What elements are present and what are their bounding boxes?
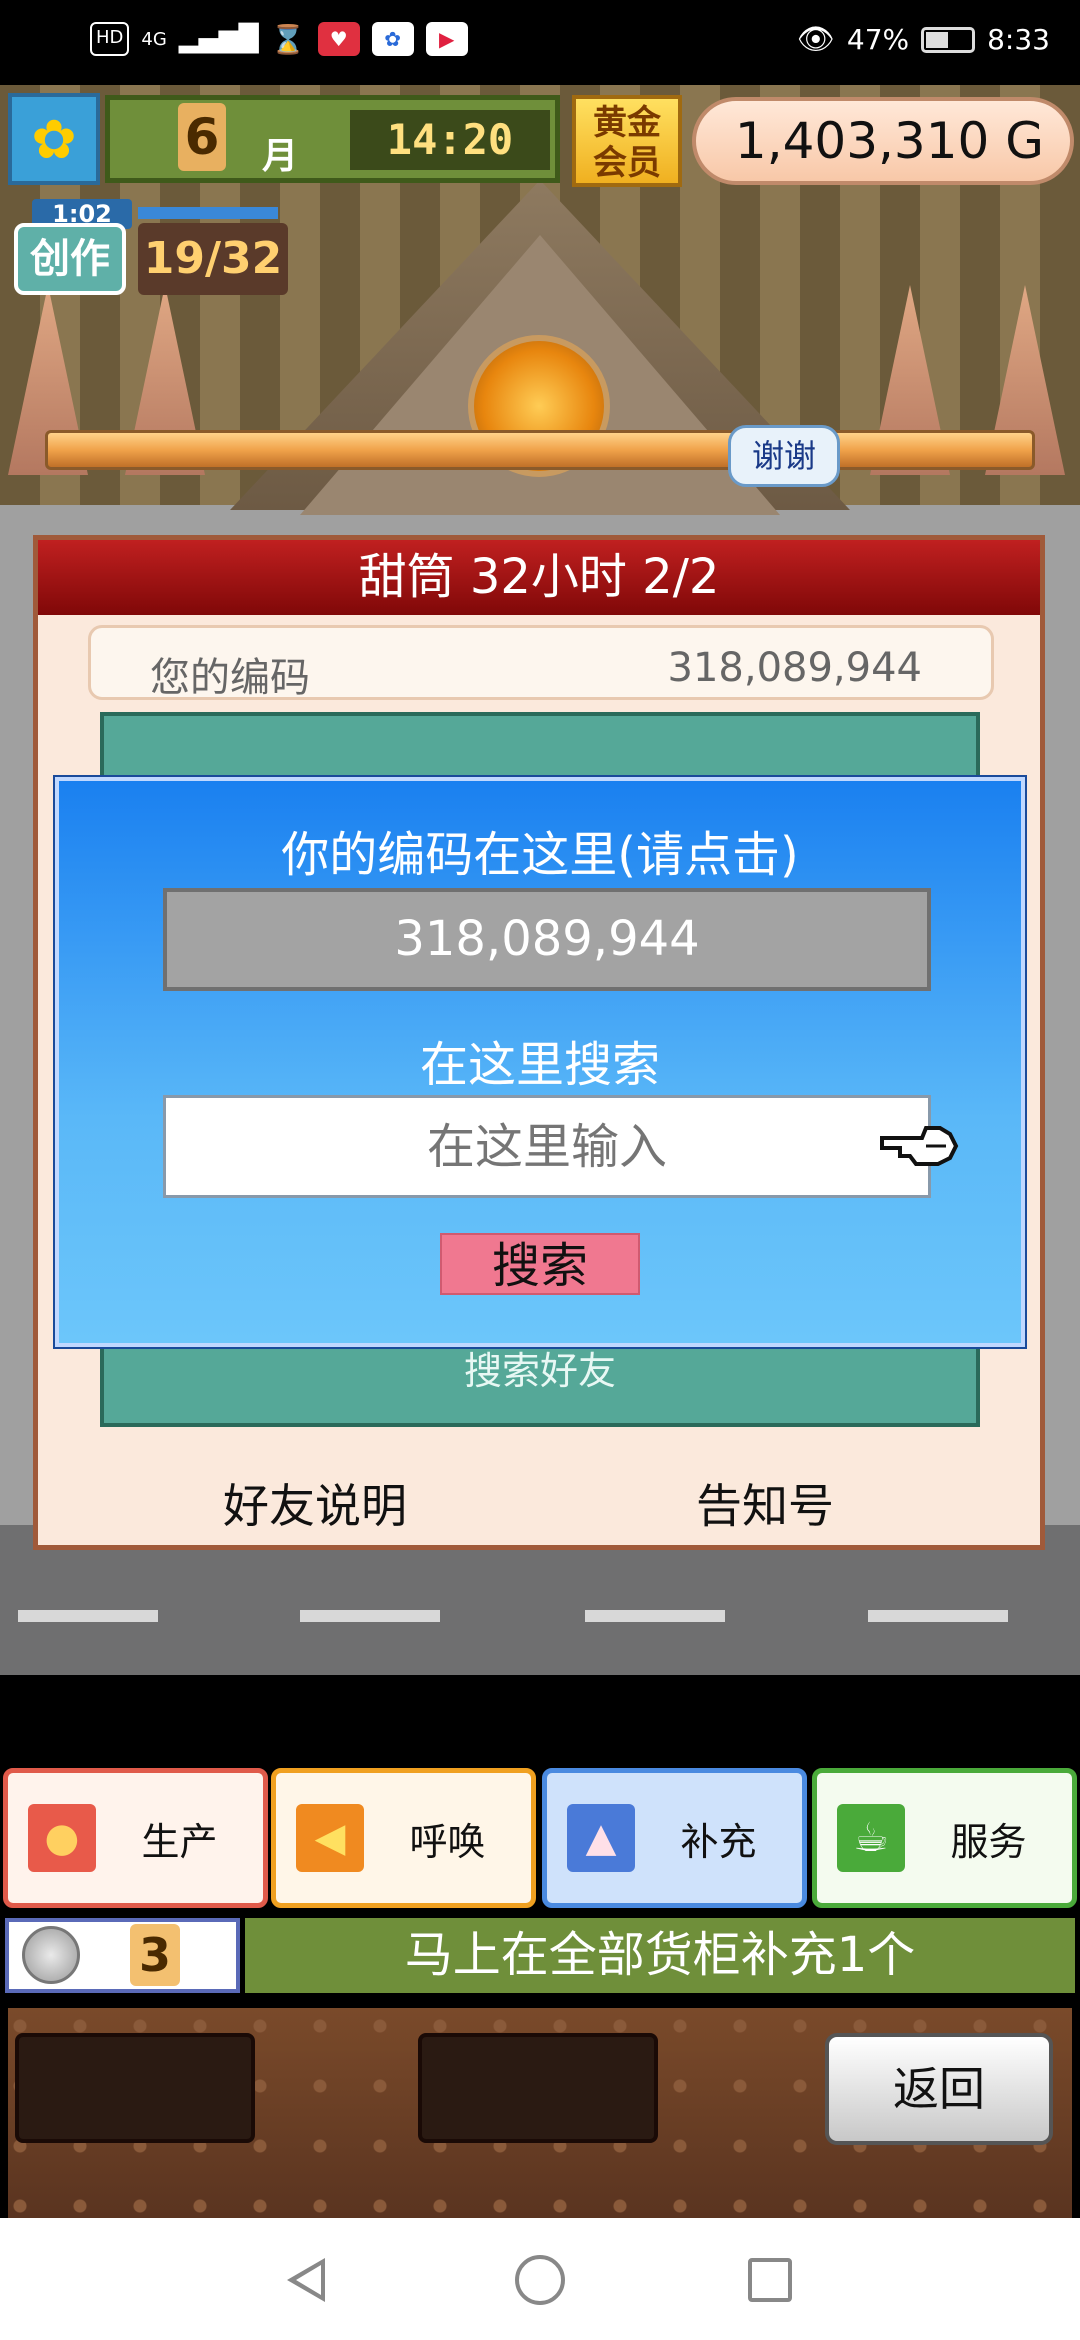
tab-label: 补充 [680,1819,757,1864]
app-notification-icon: ♥ [317,22,360,56]
supply-message[interactable]: 马上在全部货柜补充1个 [245,1918,1075,1993]
megaphone-icon: ◀ [296,1804,364,1872]
tab-call[interactable]: ◀ 呼唤 [271,1768,536,1908]
road-marking [585,1610,725,1622]
bread-icon: ● [28,1804,96,1872]
sunflower-icon[interactable]: ✿ [8,93,100,185]
thanks-bubble[interactable]: 谢谢 [728,425,840,487]
network-label: 4G [141,28,167,50]
create-progress-bar [138,207,278,219]
tab-label: 服务 [950,1819,1027,1864]
game-clock: 14:20 [350,110,550,170]
code-title: 你的编码在这里(请点击) [281,827,799,883]
tab-supply[interactable]: ▲ 补充 [542,1768,807,1908]
video-app-icon: ▶ [425,22,468,56]
notice-number-button[interactable]: 告知号 [590,1470,940,1536]
pointing-hand-icon [880,1126,959,1166]
search-title: 在这里搜索 [419,1037,660,1093]
create-label[interactable]: 创作 [14,223,126,295]
friends-explanation-button[interactable]: 好友说明 [140,1470,490,1536]
status-bar: HD 4G ▂▄▆█ ⌛ ♥ ✿ ▶ 👁 47% 8:33 [0,0,1080,85]
roof-beam [45,430,1035,470]
panel-header: 甜筒 32小时 2/2 [38,540,1040,615]
cake-icon: ▲ [567,1804,635,1872]
your-code-value: 318,089,944 [667,645,922,691]
coffee-icon: ☕ [837,1804,905,1872]
your-code-label: 您的编码 [150,655,310,701]
gold-member-badge[interactable]: 黄金 会员 [572,95,682,187]
tab-label: 生产 [141,1819,218,1864]
status-left-icons: HD 4G ▂▄▆█ ⌛ ♥ ✿ ▶ [90,22,468,56]
tab-produce[interactable]: ● 生产 [3,1768,268,1908]
nav-back-icon-inner [296,2265,321,2295]
money-display: 1,403,310 G [692,97,1074,185]
road-marking [300,1610,440,1622]
month-label: 月 [262,136,299,177]
your-code-button[interactable]: 318,089,944 [163,888,931,991]
status-right: 👁 47% 8:33 [797,22,1050,57]
coin-count: 3 [130,1924,180,1986]
search-input[interactable] [163,1095,931,1198]
eye-icon: 👁 [796,22,835,57]
hd-icon: HD [90,22,130,56]
battery-icon [921,26,976,53]
empty-slot[interactable] [418,2033,658,2143]
search-friends-label[interactable]: 搜索好友 [100,1340,980,1395]
road-marking [18,1610,158,1622]
tab-service[interactable]: ☕ 服务 [812,1768,1077,1908]
month-number: 6 [178,103,226,171]
nav-home-icon[interactable] [515,2255,565,2305]
road-marking [868,1610,1008,1622]
create-count: 19/32 [138,223,288,295]
back-button[interactable]: 返回 [825,2033,1053,2145]
silver-coin-icon [22,1926,80,1984]
hourglass-icon: ⌛ [270,22,306,56]
signal-icon: ▂▄▆█ [178,24,259,54]
tab-label: 呼唤 [409,1819,486,1864]
battery-percent: 47% [846,23,910,56]
clock: 8:33 [987,23,1050,56]
nav-recent-icon[interactable] [748,2258,792,2302]
paw-app-icon: ✿ [371,22,414,56]
empty-slot[interactable] [15,2033,255,2143]
search-button[interactable]: 搜索 [440,1233,640,1295]
